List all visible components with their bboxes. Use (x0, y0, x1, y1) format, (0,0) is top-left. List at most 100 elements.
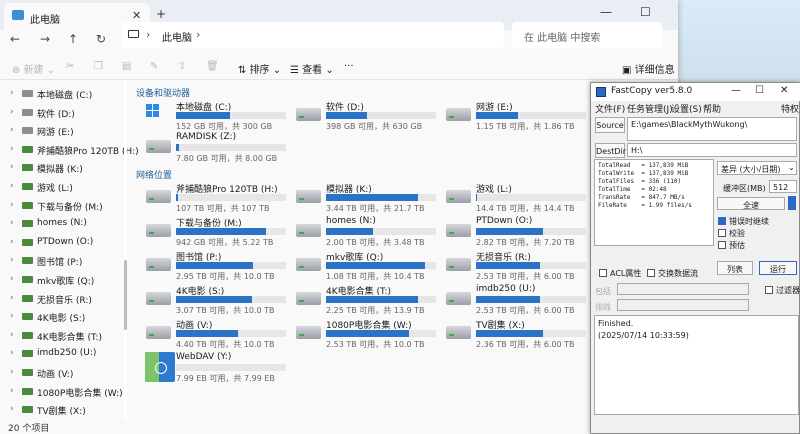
navigation-scrollbar[interactable] (124, 80, 127, 420)
sort-button[interactable]: ⇅ 排序 ⌄ (238, 61, 281, 76)
drive-webdav[interactable]: WebDAV (Y:) 7.99 EB 可用，共 7.99 EB (130, 352, 286, 386)
chevron-right-icon[interactable]: › (10, 162, 14, 172)
drive-tile[interactable]: mkv歌库 (Q:) 1.08 TB 可用，共 10.4 TB (280, 250, 436, 284)
estimate-checkbox[interactable] (718, 241, 726, 249)
drive-tile[interactable]: 4K电影 (S:) 3.07 TB 可用，共 10.0 TB (130, 284, 286, 318)
chevron-right-icon[interactable]: › (10, 404, 14, 414)
chevron-right-icon[interactable]: › (10, 218, 14, 228)
delete-icon[interactable]: 🗑 (206, 61, 219, 72)
more-options-icon[interactable]: ··· (344, 61, 354, 72)
chevron-right-icon[interactable]: › (10, 330, 14, 340)
view-button[interactable]: ☰ 查看 ⌄ (290, 61, 334, 76)
sidebar-item[interactable]: › 软件 (D:) (0, 105, 124, 123)
list-button[interactable]: 列表 (717, 261, 753, 275)
drive-tile[interactable]: 网游 (E:) 1.15 TB 可用，共 1.86 TB (430, 100, 586, 134)
drive-tile[interactable]: 无损音乐 (R:) 2.53 TB 可用，共 6.00 TB (430, 250, 586, 284)
source-button[interactable]: Source (595, 117, 625, 133)
menu-help[interactable]: 帮助 (703, 102, 721, 115)
chevron-right-icon[interactable]: › (10, 386, 14, 396)
sidebar-item[interactable]: › TV剧集 (X:) (0, 402, 124, 420)
sidebar-item[interactable]: › 网游 (E:) (0, 123, 124, 141)
new-tab-button[interactable]: + (156, 7, 166, 21)
sidebar-item[interactable]: › 无损音乐 (R:) (0, 291, 124, 309)
breadcrumb[interactable]: 此电脑 (162, 29, 192, 44)
drive-tile[interactable]: 软件 (D:) 398 GB 可用，共 630 GB (280, 100, 436, 134)
search-input[interactable]: 在 此电脑 中搜索 (512, 22, 662, 48)
speed-slider[interactable] (788, 196, 796, 210)
new-button[interactable]: ⊕ 新建 ⌄ (12, 61, 55, 76)
drive-tile[interactable]: 图书馆 (P:) 2.95 TB 可用，共 10.0 TB (130, 250, 286, 284)
buffer-input[interactable]: 512 (769, 180, 797, 193)
drive-tile[interactable]: 4K电影合集 (T:) 2.25 TB 可用，共 13.9 TB (280, 284, 436, 318)
drive-tile[interactable]: 1080P电影合集 (W:) 2.53 TB 可用，共 10.0 TB (280, 318, 436, 352)
alt-stream-checkbox[interactable] (647, 269, 655, 277)
address-bar[interactable]: › 此电脑 › (122, 22, 504, 48)
menu-jobs[interactable]: 任务管理(J) (627, 102, 673, 115)
filter-checkbox[interactable] (765, 286, 773, 294)
minimize-button[interactable]: — (731, 85, 741, 96)
sidebar-item[interactable]: › 下载与备份 (M:) (0, 198, 124, 216)
include-input[interactable] (617, 283, 749, 295)
drive-tile[interactable]: PTDown (O:) 2.82 TB 可用，共 7.20 TB (430, 216, 586, 250)
sidebar-item[interactable]: › homes (N:) (0, 216, 124, 234)
drive-tile[interactable]: 动画 (V:) 4.40 TB 可用，共 10.0 TB (130, 318, 286, 352)
run-button[interactable]: 运行 (759, 261, 797, 275)
sidebar-item[interactable]: › PTDown (O:) (0, 235, 124, 253)
close-button[interactable]: ✕ (780, 85, 788, 96)
drive-tile[interactable]: 斧捕酷狼Pro 120TB (H:) 107 TB 可用，共 107 TB (130, 182, 286, 216)
source-input[interactable]: E:\games\BlackMythWukong\ (627, 117, 797, 141)
drive-tile[interactable]: imdb250 (U:) 2.53 TB 可用，共 6.00 TB (430, 284, 586, 318)
chevron-right-icon[interactable]: › (10, 144, 14, 154)
chevron-right-icon[interactable]: › (10, 200, 14, 210)
sidebar-item[interactable]: › 模拟器 (K:) (0, 160, 124, 178)
drive-tile[interactable]: 模拟器 (K:) 3.44 TB 可用，共 21.7 TB (280, 182, 436, 216)
destdir-button[interactable]: DestDir (595, 143, 626, 158)
close-tab-icon[interactable]: ✕ (132, 9, 141, 22)
chevron-right-icon[interactable]: › (10, 125, 14, 135)
maximize-button[interactable]: ☐ (640, 5, 651, 19)
sidebar-item[interactable]: › 4K电影合集 (T:) (0, 328, 124, 346)
mode-select[interactable]: 差异 (大小/日期) ⌄ (717, 161, 797, 175)
forward-arrow-icon[interactable]: → (40, 32, 50, 46)
details-button[interactable]: ▣ 详细信息 (622, 61, 675, 76)
chevron-right-icon[interactable]: › (10, 88, 14, 98)
sidebar-item[interactable]: › imdb250 (U:) (0, 346, 124, 364)
minimize-button[interactable]: — (600, 5, 612, 19)
up-arrow-icon[interactable]: ↑ (68, 32, 78, 46)
menu-file[interactable]: 文件(F) (595, 102, 625, 115)
rename-icon[interactable]: ✎ (150, 61, 158, 72)
back-arrow-icon[interactable]: ← (10, 32, 20, 46)
continue-on-error-checkbox[interactable] (718, 217, 726, 225)
paste-icon[interactable]: ▤ (122, 61, 131, 72)
speed-button[interactable]: 全速 (717, 197, 785, 210)
chevron-right-icon[interactable]: › (10, 237, 14, 247)
cut-icon[interactable]: ✂ (66, 61, 74, 72)
sidebar-item[interactable]: › 4K电影 (S:) (0, 309, 124, 327)
chevron-right-icon[interactable]: › (10, 293, 14, 303)
menu-privilege[interactable]: 特权 (781, 102, 799, 115)
refresh-icon[interactable]: ↻ (96, 32, 106, 46)
copy-icon[interactable]: ❐ (94, 61, 103, 72)
sidebar-item[interactable]: › 动画 (V:) (0, 365, 124, 383)
sidebar-item[interactable]: › 游戏 (L:) (0, 179, 124, 197)
chevron-right-icon[interactable]: › (10, 367, 14, 377)
share-icon[interactable]: ⇪ (178, 61, 186, 72)
sidebar-item[interactable]: › 本地磁盘 (C:) (0, 86, 124, 104)
drive-tile[interactable]: 游戏 (L:) 14.4 TB 可用，共 14.4 TB (430, 182, 586, 216)
exclude-input[interactable] (617, 299, 749, 311)
maximize-button[interactable]: ☐ (755, 85, 764, 96)
acl-checkbox[interactable] (599, 269, 607, 277)
sidebar-item[interactable]: › 图书馆 (P:) (0, 253, 124, 271)
chevron-right-icon[interactable]: › (10, 274, 14, 284)
chevron-right-icon[interactable]: › (10, 311, 14, 321)
drive-tile[interactable]: RAMDISK (Z:) 7.80 GB 可用，共 8.00 GB (130, 132, 286, 166)
chevron-right-icon[interactable]: › (10, 107, 14, 117)
drive-tile[interactable]: homes (N:) 2.00 TB 可用，共 3.48 TB (280, 216, 436, 250)
sidebar-item[interactable]: › 斧捕酷狼Pro 120TB (H:) (0, 142, 139, 160)
menu-settings[interactable]: 设置(S) (671, 102, 702, 115)
verify-checkbox[interactable] (718, 229, 726, 237)
chevron-right-icon[interactable]: › (10, 348, 14, 358)
destdir-input[interactable]: H:\ (627, 143, 797, 157)
chevron-right-icon[interactable]: › (10, 255, 14, 265)
drive-tile[interactable]: 本地磁盘 (C:) 152 GB 可用，共 300 GB (130, 100, 286, 134)
